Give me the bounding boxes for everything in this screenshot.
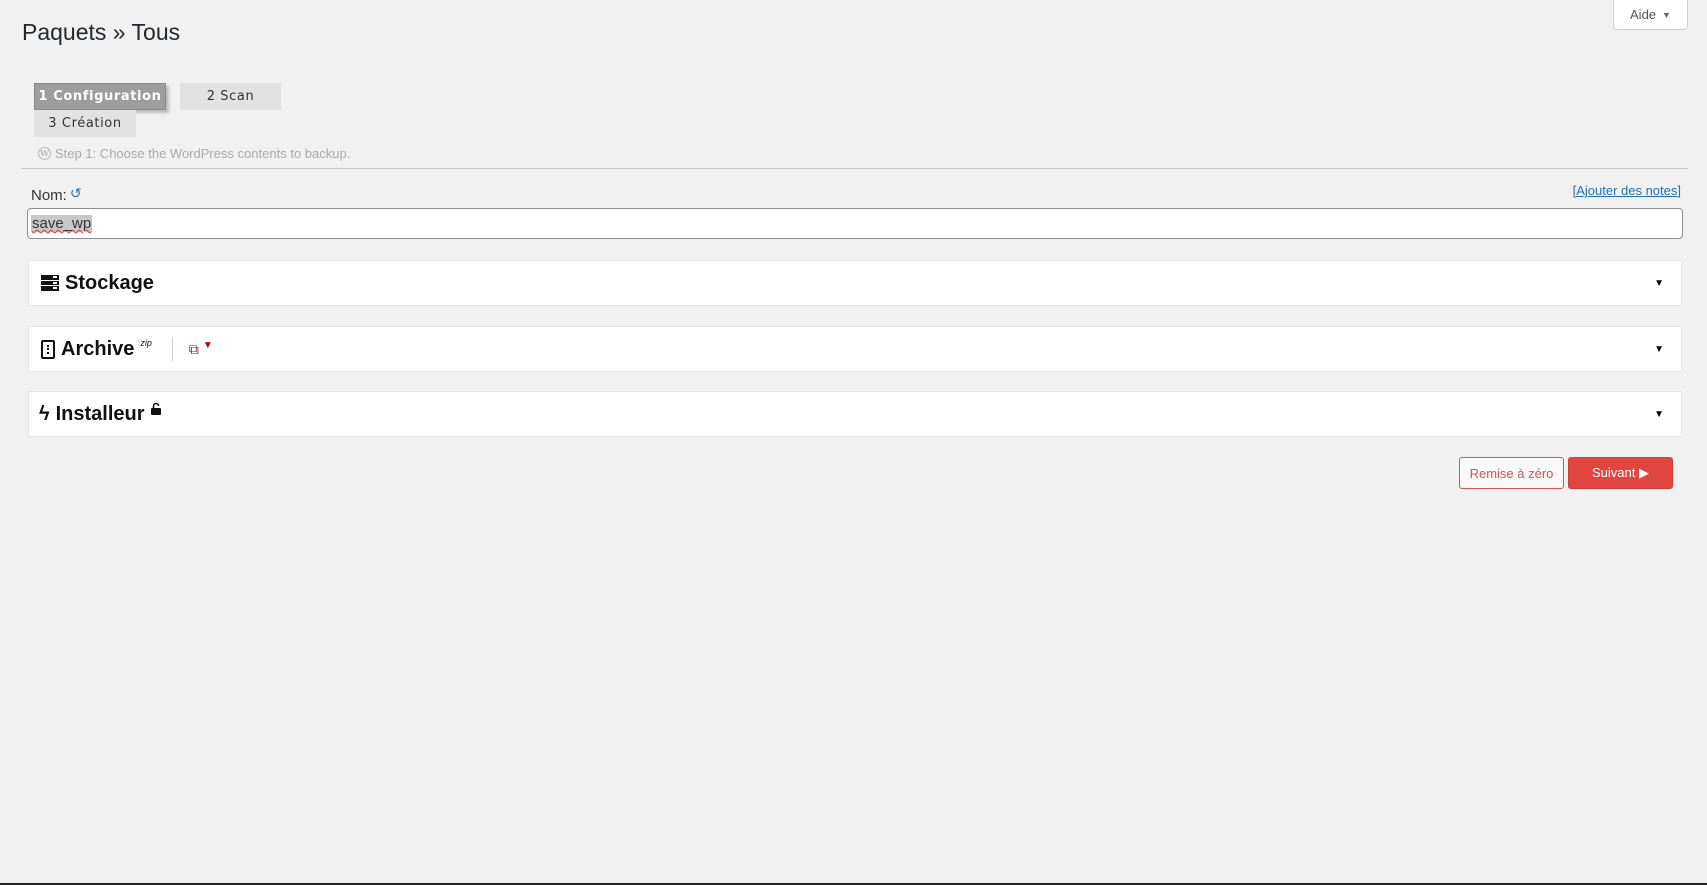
next-button[interactable]: Suivant ▶ <box>1568 457 1673 489</box>
step-configuration[interactable]: 1 Configuration <box>34 83 166 110</box>
panel-storage-title: Stockage <box>65 271 154 294</box>
caret-down-icon[interactable]: ▼ <box>1654 409 1664 420</box>
caret-down-icon[interactable]: ▼ <box>1654 278 1664 289</box>
panel-archive-title: Archive <box>61 337 135 360</box>
step-scan[interactable]: 2 Scan <box>180 83 281 110</box>
archive-format-badge: zip <box>140 338 152 348</box>
step-hint: W Step 1: Choose the WordPress contents … <box>38 146 350 161</box>
panel-installer-title: Installeur <box>55 402 145 425</box>
separator <box>171 337 173 361</box>
panel-storage[interactable]: Stockage ▼ <box>28 260 1682 306</box>
step-creation[interactable]: 3 Création <box>34 110 136 137</box>
help-label: Aide <box>1630 7 1657 22</box>
undo-icon[interactable]: ↺ <box>70 186 82 200</box>
reset-button[interactable]: Remise à zéro <box>1459 457 1564 489</box>
copy-icon[interactable]: ⧉ <box>189 341 199 358</box>
chevron-down-icon: ▼ <box>1662 9 1671 20</box>
bolt-icon: ϟ <box>39 402 50 425</box>
wordpress-icon: W <box>38 147 51 160</box>
filter-icon[interactable]: ▼ <box>203 340 213 351</box>
step-hint-text: Step 1: Choose the WordPress contents to… <box>55 146 351 161</box>
unlock-icon <box>150 402 161 418</box>
help-button[interactable]: Aide ▼ <box>1613 0 1688 30</box>
package-name-input[interactable] <box>27 208 1683 239</box>
panel-installer[interactable]: ϟ Installeur ▼ <box>28 391 1682 437</box>
panel-archive[interactable]: Archive zip ⧉ ▼ ▼ <box>28 326 1682 372</box>
name-label-text: Nom: <box>31 187 67 204</box>
server-icon <box>41 275 59 292</box>
caret-down-icon[interactable]: ▼ <box>1654 344 1664 355</box>
page-title: Paquets » Tous <box>22 19 181 45</box>
add-notes-link[interactable]: [Ajouter des notes] <box>1573 183 1681 198</box>
divider <box>21 168 1688 169</box>
file-archive-icon <box>41 339 55 359</box>
name-label: Nom: ↺ <box>31 186 82 204</box>
